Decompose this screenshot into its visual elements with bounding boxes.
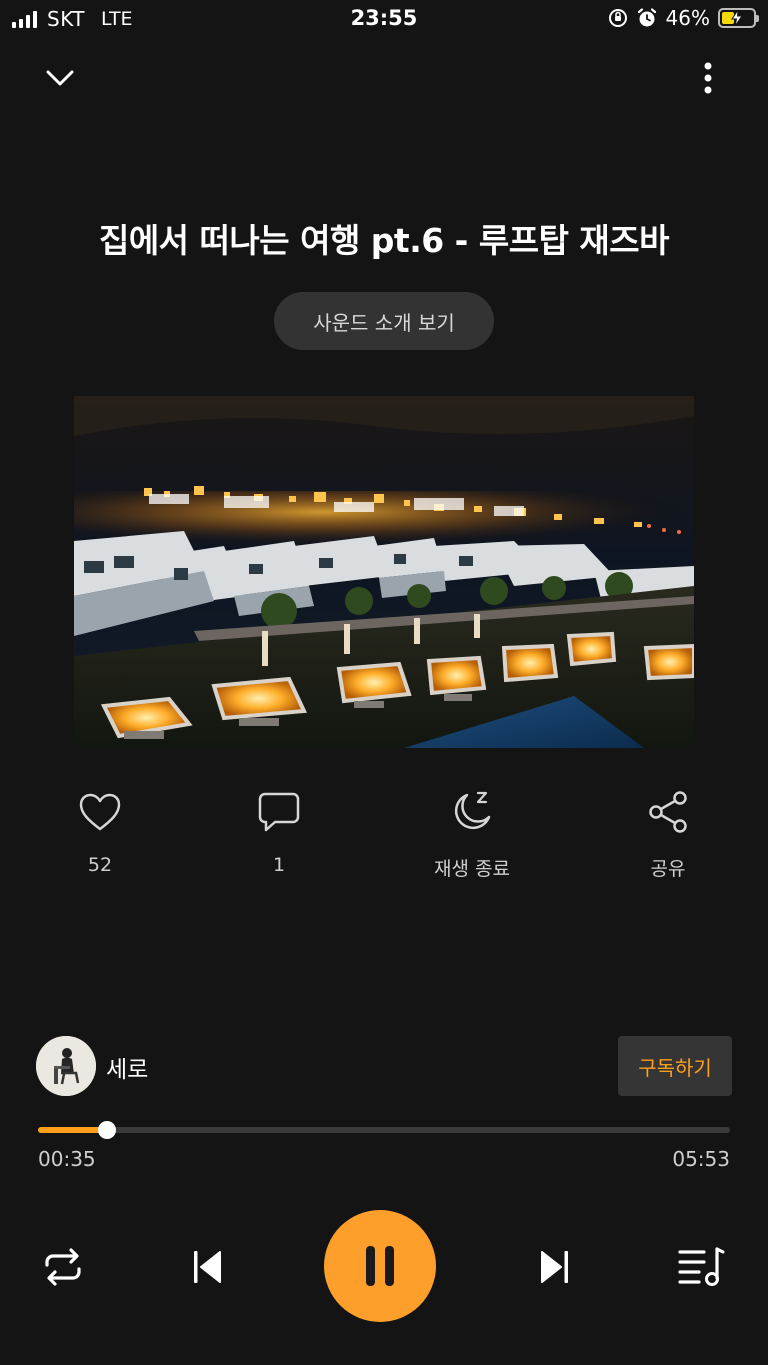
playlist-button[interactable] [674, 1242, 728, 1292]
like-count: 52 [87, 854, 113, 876]
sleep-timer-label: 재생 종료 [434, 858, 510, 880]
next-button[interactable] [530, 1242, 580, 1292]
previous-icon [194, 1251, 221, 1283]
progress-fill [38, 1127, 107, 1133]
sound-intro-button[interactable]: 사운드 소개 보기 [274, 292, 494, 350]
artist-avatar-image [36, 1036, 96, 1096]
action-row: 52 1 재생 종료 공유 [0, 788, 768, 888]
sleep-timer-icon [454, 791, 491, 830]
more-vertical-icon [704, 62, 712, 94]
playlist-icon [678, 1247, 725, 1286]
status-right: 46% [608, 6, 759, 30]
share-icon [649, 791, 687, 833]
chevron-down-icon [46, 70, 74, 86]
comment-icon [258, 792, 300, 832]
sleep-timer-button[interactable]: 재생 종료 [412, 788, 532, 881]
pause-button[interactable] [324, 1210, 436, 1322]
avatar[interactable] [36, 1036, 96, 1096]
battery-percent: 46% [665, 6, 710, 30]
current-time: 00:35 [38, 1147, 96, 1171]
repeat-button[interactable] [38, 1242, 88, 1292]
total-time: 05:53 [672, 1147, 730, 1171]
repeat-icon [45, 1248, 81, 1286]
progress-slider[interactable] [38, 1120, 730, 1140]
album-artwork [74, 396, 694, 748]
subscribe-button[interactable]: 구독하기 [618, 1036, 732, 1096]
playback-controls [0, 1208, 768, 1322]
next-icon [541, 1251, 568, 1283]
comment-button[interactable]: 1 [219, 788, 339, 876]
track-title: 집에서 떠나는 여행 pt.6 - 루프탑 재즈바 [98, 221, 670, 260]
status-bar: SKT LTE 23:55 46% [0, 0, 768, 40]
artist-row: 세로 구독하기 [36, 1036, 732, 1096]
pause-icon [366, 1246, 394, 1286]
share-label: 공유 [650, 858, 686, 880]
more-options-button[interactable] [686, 56, 730, 100]
player-screen: SKT LTE 23:55 46% 집에서 떠나는 여행 pt.6 - 루프탑 … [0, 0, 768, 1365]
night-rooftop-city-lights-image [74, 396, 694, 748]
battery-charging-icon [718, 8, 759, 28]
comment-count: 1 [272, 854, 286, 876]
orientation-lock-icon [608, 9, 627, 27]
previous-button[interactable] [182, 1242, 232, 1292]
like-button[interactable]: 52 [40, 788, 160, 876]
alarm-icon [637, 8, 656, 27]
progress-knob[interactable] [97, 1121, 116, 1139]
progress-track [38, 1127, 730, 1133]
collapse-button[interactable] [38, 56, 82, 100]
heart-icon [79, 793, 121, 831]
artist-name[interactable]: 세로 [106, 1050, 148, 1084]
share-button[interactable]: 공유 [608, 788, 728, 881]
